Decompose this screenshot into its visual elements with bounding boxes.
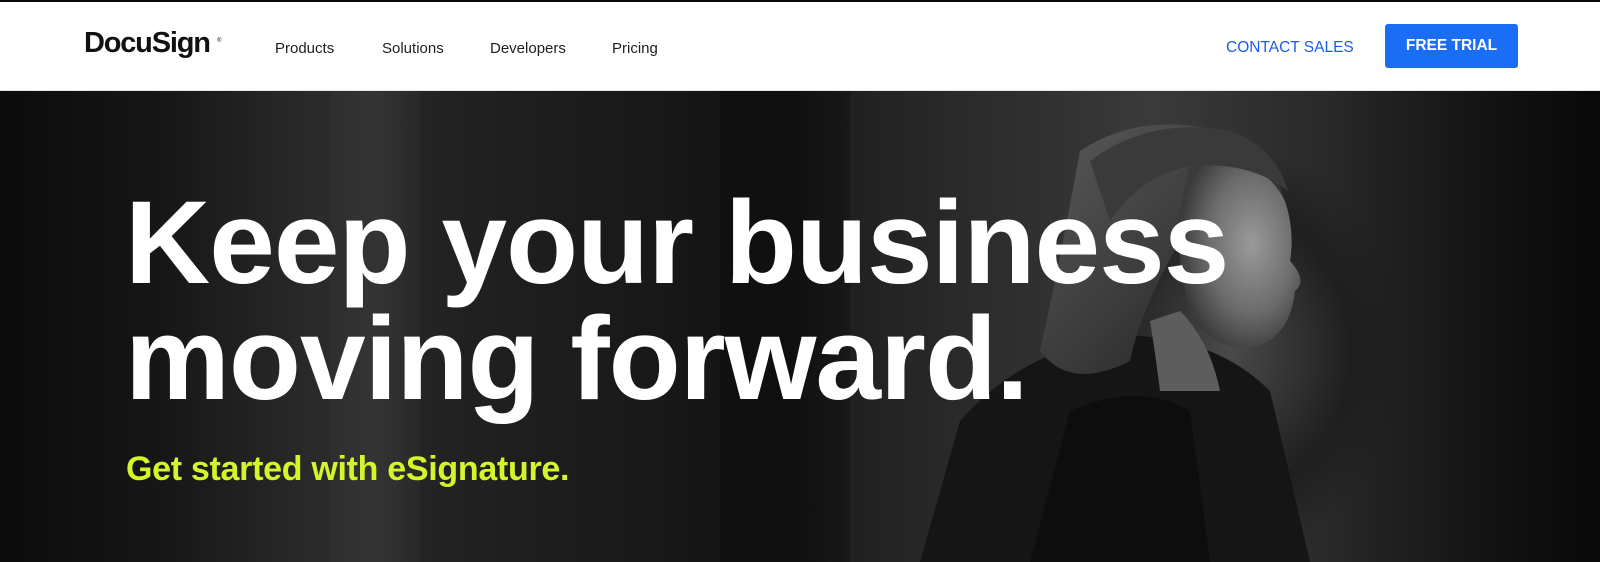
hero-headline-line2: moving forward. [125, 293, 1029, 425]
top-navbar: DocuSign ® Products Solutions Developers… [0, 2, 1600, 91]
free-trial-button[interactable]: FREE TRIAL [1385, 24, 1518, 68]
bg-dark-edge [0, 91, 120, 562]
hero-banner: Keep your business moving forward. Get s… [0, 91, 1600, 562]
hero-headline: Keep your business moving forward. [125, 177, 1325, 425]
nav-item-products[interactable]: Products [275, 39, 334, 59]
registered-mark: ® [217, 38, 222, 44]
nav-item-solutions[interactable]: Solutions [382, 39, 444, 59]
nav-item-pricing[interactable]: Pricing [612, 39, 658, 59]
hero-subheadline: Get started with eSignature. [126, 450, 570, 488]
hero-headline-line1: Keep your business [125, 177, 1229, 309]
contact-sales-link[interactable]: CONTACT SALES [1226, 38, 1354, 58]
nav-item-developers[interactable]: Developers [490, 39, 566, 59]
docusign-logo[interactable]: DocuSign [84, 25, 211, 61]
